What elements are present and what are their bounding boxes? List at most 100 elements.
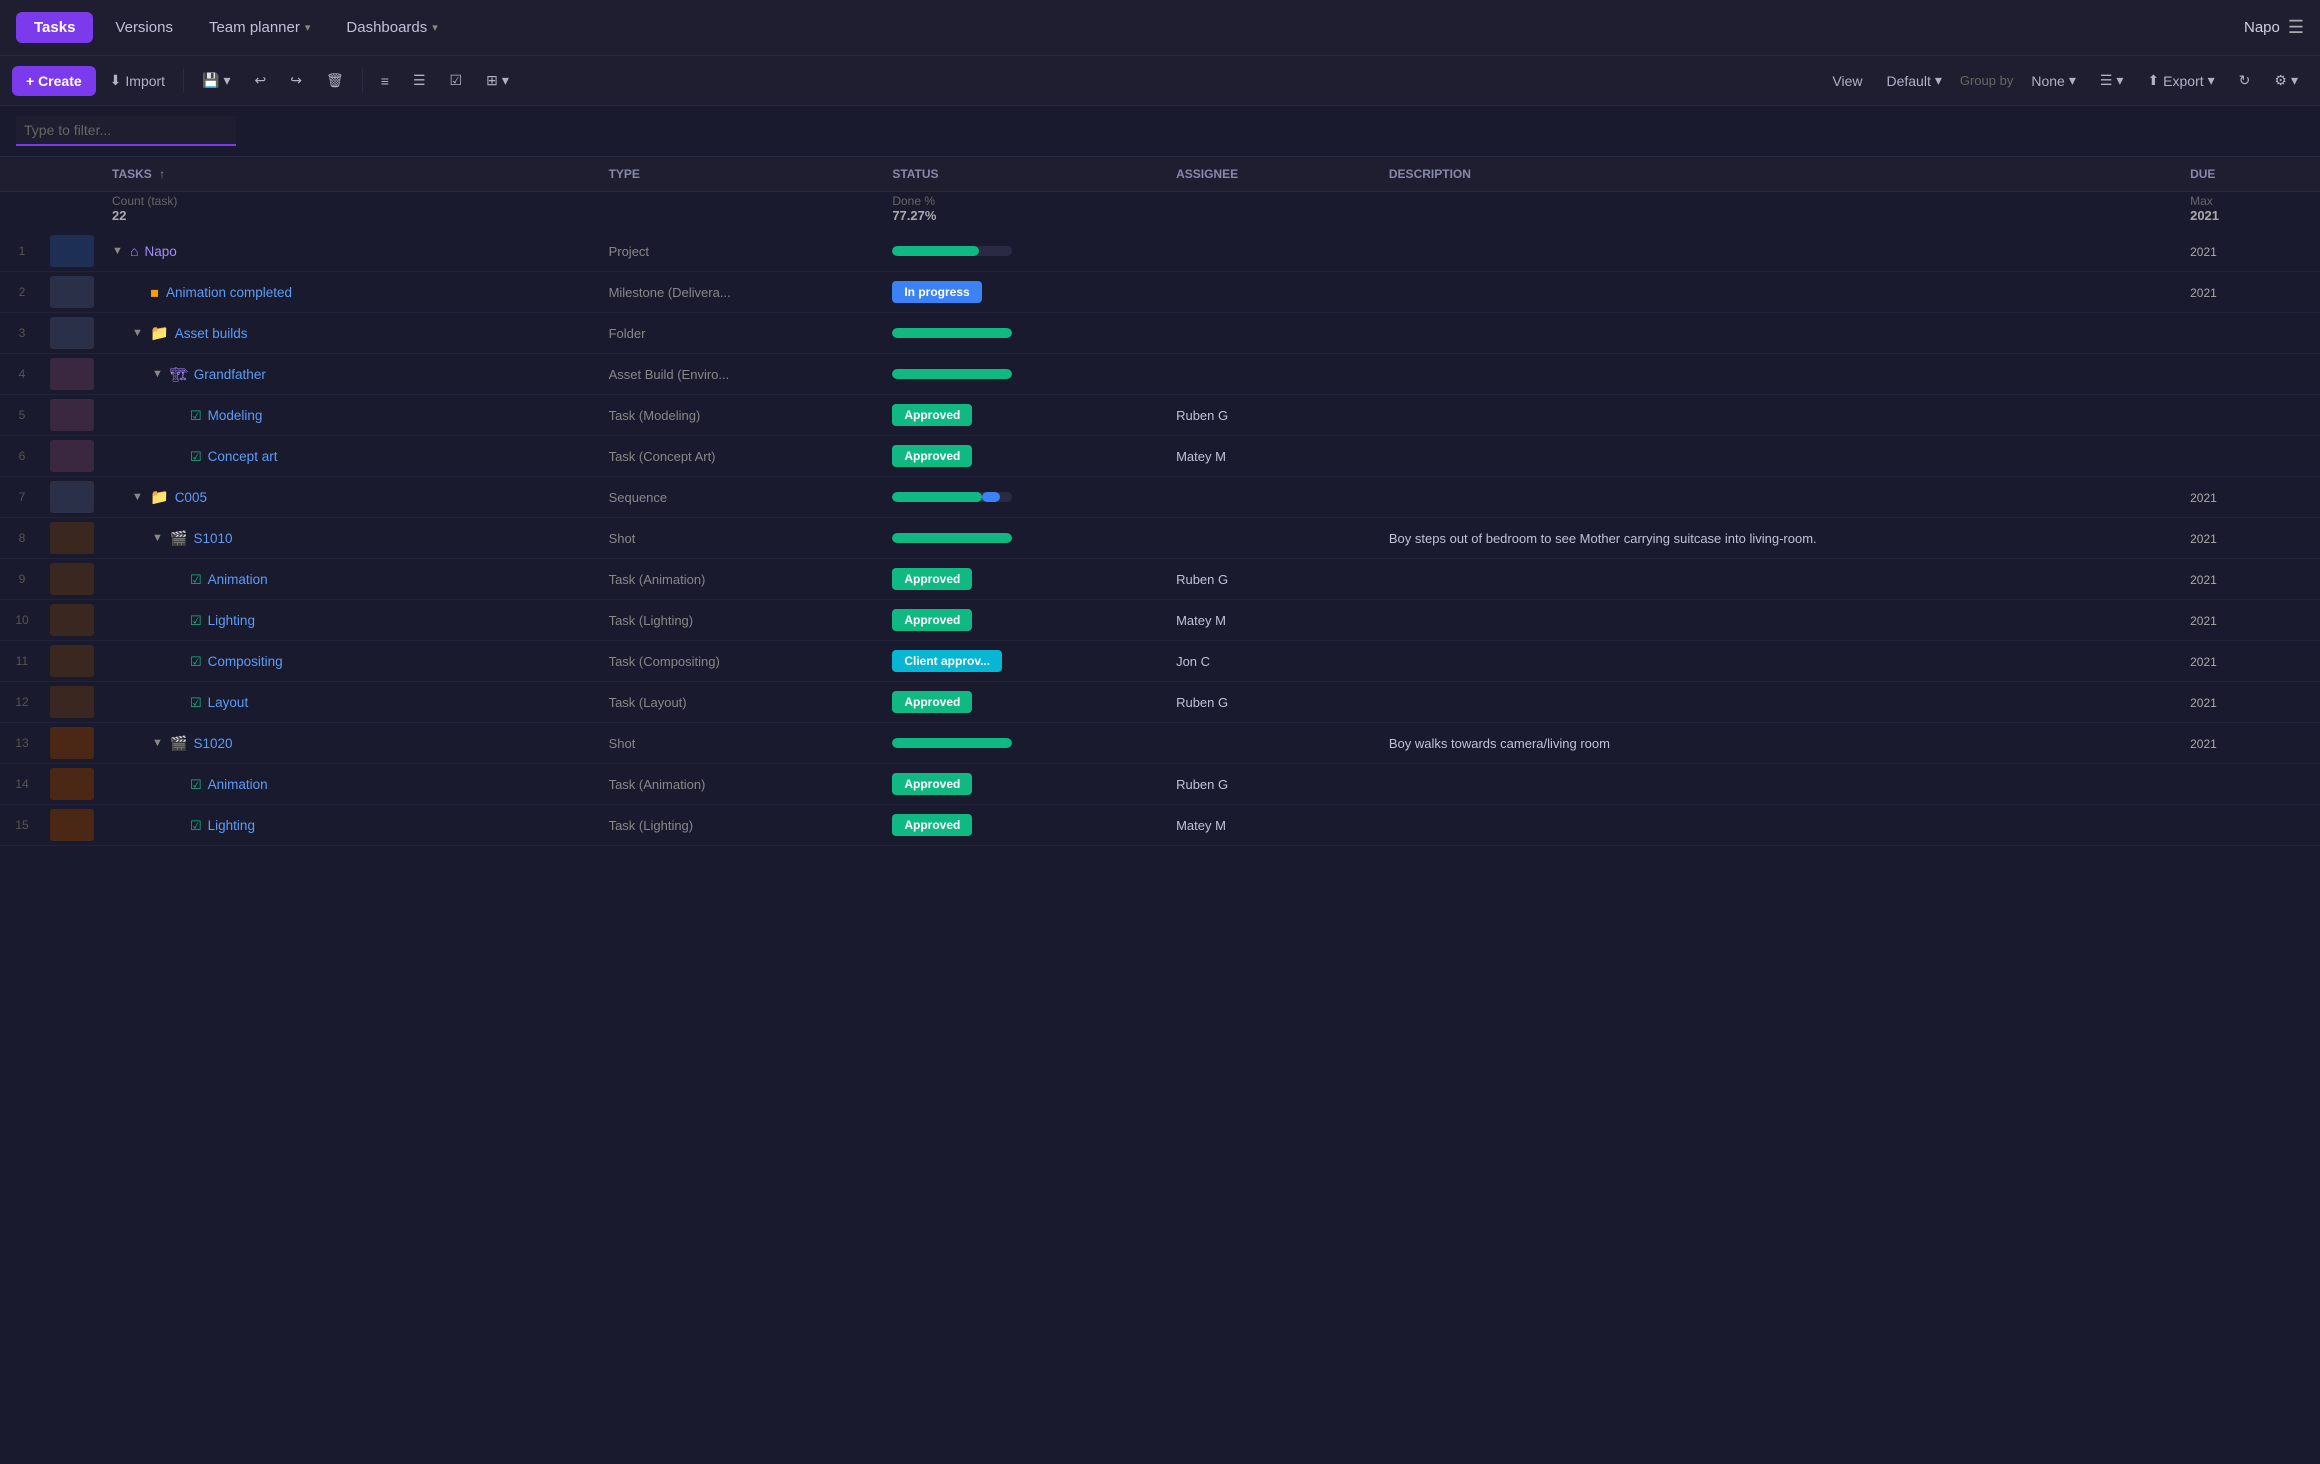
col-header-type[interactable]: Type bbox=[597, 157, 881, 192]
table-row[interactable]: 8 ▼ 🎬 S1010 Shot Boy steps out of bedroo… bbox=[0, 518, 2320, 559]
view-button[interactable]: View bbox=[1822, 67, 1872, 95]
save-dropdown-icon: ▾ bbox=[224, 72, 231, 89]
table-row[interactable]: 9 ☑ Animation Task (Animation) Approved … bbox=[0, 559, 2320, 600]
task-name-link[interactable]: Animation bbox=[208, 572, 268, 587]
table-row[interactable]: 6 ☑ Concept art Task (Concept Art) Appro… bbox=[0, 436, 2320, 477]
row-task-name[interactable]: ▼ 📁 Asset builds bbox=[100, 313, 597, 354]
row-task-name[interactable]: ▼ 🎬 S1020 bbox=[100, 723, 597, 764]
row-status bbox=[880, 231, 1164, 272]
task-name-link[interactable]: Grandfather bbox=[194, 367, 266, 382]
expand-icon[interactable]: ▼ bbox=[152, 532, 164, 544]
save-button[interactable]: 💾 ▾ bbox=[192, 66, 240, 95]
task-name-link[interactable]: Lighting bbox=[208, 613, 255, 628]
compact-view-button[interactable]: ☰ bbox=[403, 66, 436, 95]
row-task-name[interactable]: ☑ Layout bbox=[100, 682, 597, 723]
row-status bbox=[880, 313, 1164, 354]
row-task-name[interactable]: ▼ 📁 C005 bbox=[100, 477, 597, 518]
row-thumb bbox=[44, 641, 100, 682]
delete-button[interactable]: 🗑 bbox=[316, 66, 354, 95]
table-row[interactable]: 2 ◆ Animation completed Milestone (Deliv… bbox=[0, 272, 2320, 313]
grid-view-button[interactable]: ⊞ ▾ bbox=[476, 66, 519, 95]
row-task-name[interactable]: ☑ Lighting bbox=[100, 805, 597, 846]
row-assignee bbox=[1164, 723, 1377, 764]
row-description bbox=[1377, 231, 2178, 272]
task-name-link[interactable]: Asset builds bbox=[175, 326, 248, 341]
tasks-col-label: Tasks bbox=[112, 167, 152, 181]
nav-versions[interactable]: Versions bbox=[101, 12, 187, 43]
row-task-name[interactable]: ☑ Animation bbox=[100, 764, 597, 805]
row-number: 7 bbox=[0, 477, 44, 518]
import-label: Import bbox=[125, 73, 165, 89]
undo-button[interactable]: ↩ bbox=[245, 66, 277, 95]
table-row[interactable]: 12 ☑ Layout Task (Layout) Approved Ruben… bbox=[0, 682, 2320, 723]
task-name-link[interactable]: Napo bbox=[144, 244, 176, 259]
row-task-name[interactable]: ☑ Modeling bbox=[100, 395, 597, 436]
expand-icon[interactable]: ▼ bbox=[132, 327, 144, 339]
row-task-name[interactable]: ☑ Compositing bbox=[100, 641, 597, 682]
task-name-link[interactable]: Animation completed bbox=[166, 285, 292, 300]
thumbnail bbox=[50, 235, 94, 267]
settings-button[interactable]: ⚙ ▾ bbox=[2264, 66, 2308, 95]
row-status: Approved bbox=[880, 764, 1164, 805]
table-row[interactable]: 11 ☑ Compositing Task (Compositing) Clie… bbox=[0, 641, 2320, 682]
task-name-link[interactable]: C005 bbox=[175, 490, 207, 505]
create-button[interactable]: + Create bbox=[12, 66, 96, 96]
task-name-link[interactable]: S1020 bbox=[193, 736, 232, 751]
nav-tasks-button[interactable]: Tasks bbox=[16, 12, 93, 43]
default-button[interactable]: Default ▾ bbox=[1876, 66, 1951, 95]
table-row[interactable]: 4 ▼ 🏗 Grandfather Asset Build (Enviro... bbox=[0, 354, 2320, 395]
row-assignee: Ruben G bbox=[1164, 682, 1377, 723]
nav-team-planner[interactable]: Team planner ▾ bbox=[195, 12, 324, 43]
table-row[interactable]: 5 ☑ Modeling Task (Modeling) Approved Ru… bbox=[0, 395, 2320, 436]
toolbar: + Create ⬇ Import 💾 ▾ ↩ ↪ 🗑 ≡ ☰ ☑ ⊞ ▾ Vi… bbox=[0, 56, 2320, 106]
row-due: 2021 bbox=[2178, 477, 2320, 518]
table-row[interactable]: 1 ▼ ⌂ Napo Project 2021 bbox=[0, 231, 2320, 272]
table-row[interactable]: 14 ☑ Animation Task (Animation) Approved… bbox=[0, 764, 2320, 805]
none-button[interactable]: None ▾ bbox=[2021, 66, 2086, 95]
task-name-link[interactable]: Layout bbox=[208, 695, 249, 710]
table-row[interactable]: 7 ▼ 📁 C005 Sequence 2021 bbox=[0, 477, 2320, 518]
col-header-tasks[interactable]: Tasks ↑ bbox=[100, 157, 597, 192]
expand-icon[interactable]: ▼ bbox=[152, 368, 164, 380]
export-button[interactable]: ⬆ Export ▾ bbox=[2137, 66, 2224, 95]
nav-dashboards[interactable]: Dashboards ▾ bbox=[332, 12, 451, 43]
task-name-link[interactable]: Concept art bbox=[208, 449, 278, 464]
table-row[interactable]: 13 ▼ 🎬 S1020 Shot Boy walks towards came… bbox=[0, 723, 2320, 764]
col-header-assignee[interactable]: Assignee bbox=[1164, 157, 1377, 192]
task-name-link[interactable]: S1010 bbox=[193, 531, 232, 546]
expand-icon[interactable]: ▼ bbox=[152, 737, 164, 749]
expand-icon[interactable]: ▼ bbox=[112, 245, 124, 257]
task-name-link[interactable]: Animation bbox=[208, 777, 268, 792]
row-thumb bbox=[44, 231, 100, 272]
col-header-status[interactable]: Status bbox=[880, 157, 1164, 192]
progress-bar bbox=[892, 492, 1012, 502]
col-header-description[interactable]: Description bbox=[1377, 157, 2178, 192]
task-name-link[interactable]: Modeling bbox=[208, 408, 263, 423]
check-view-button[interactable]: ☑ bbox=[440, 66, 473, 95]
row-description: Boy walks towards camera/living room bbox=[1377, 723, 2178, 764]
refresh-button[interactable]: ↻ bbox=[2229, 66, 2261, 95]
col-header-due[interactable]: Due bbox=[2178, 157, 2320, 192]
status-badge: Approved bbox=[892, 404, 972, 426]
row-task-name[interactable]: ◆ Animation completed bbox=[100, 272, 597, 313]
task-name-link[interactable]: Lighting bbox=[208, 818, 255, 833]
row-task-name[interactable]: ▼ 🎬 S1010 bbox=[100, 518, 597, 559]
row-number: 13 bbox=[0, 723, 44, 764]
row-task-name[interactable]: ☑ Concept art bbox=[100, 436, 597, 477]
filter-input[interactable] bbox=[16, 116, 236, 146]
user-menu[interactable]: Napo ☰ bbox=[2244, 17, 2304, 38]
import-button[interactable]: ⬇ Import bbox=[100, 66, 175, 95]
row-task-name[interactable]: ☑ Lighting bbox=[100, 600, 597, 641]
table-row[interactable]: 15 ☑ Lighting Task (Lighting) Approved M… bbox=[0, 805, 2320, 846]
list-view-button[interactable]: ≡ bbox=[371, 67, 399, 95]
expand-icon[interactable]: ▼ bbox=[132, 491, 144, 503]
row-due: 2021 bbox=[2178, 600, 2320, 641]
list-toggle-button[interactable]: ☰ ▾ bbox=[2090, 66, 2134, 95]
row-task-name[interactable]: ▼ 🏗 Grandfather bbox=[100, 354, 597, 395]
row-task-name[interactable]: ▼ ⌂ Napo bbox=[100, 231, 597, 272]
table-row[interactable]: 3 ▼ 📁 Asset builds Folder bbox=[0, 313, 2320, 354]
task-name-link[interactable]: Compositing bbox=[208, 654, 283, 669]
redo-button[interactable]: ↪ bbox=[280, 66, 312, 95]
row-task-name[interactable]: ☑ Animation bbox=[100, 559, 597, 600]
table-row[interactable]: 10 ☑ Lighting Task (Lighting) Approved M… bbox=[0, 600, 2320, 641]
